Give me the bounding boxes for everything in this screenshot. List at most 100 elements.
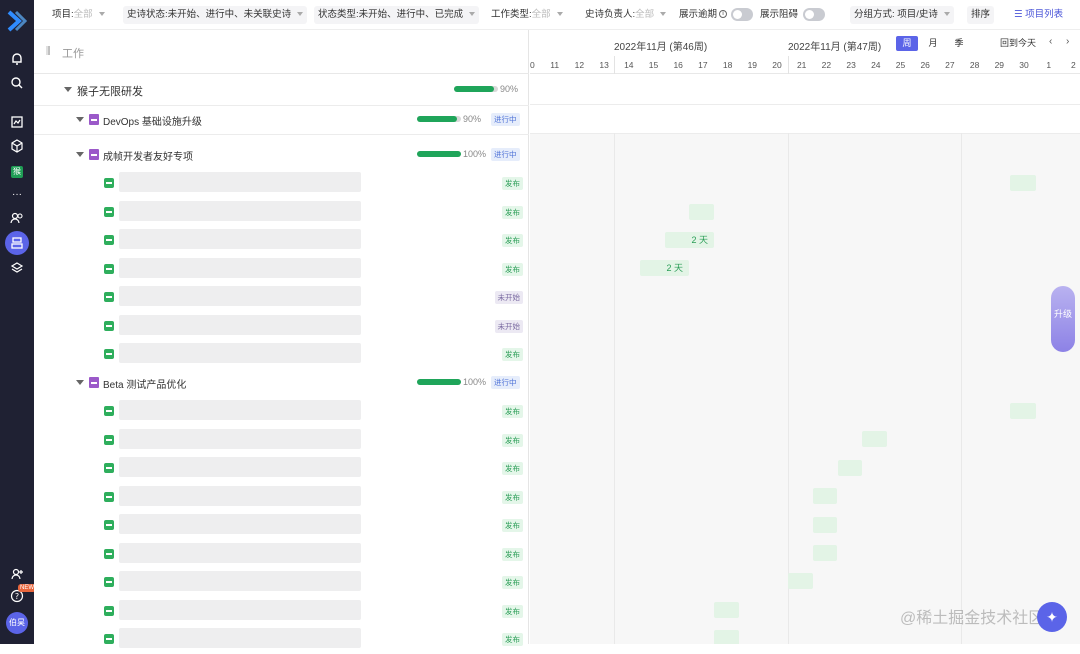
day-label: 22 — [821, 60, 832, 70]
collapse-icon[interactable] — [76, 117, 84, 122]
project-list-button[interactable]: ☰ 项目列表 — [1010, 6, 1067, 24]
gantt-bar[interactable] — [862, 431, 887, 447]
story-row[interactable]: 发布 — [34, 199, 529, 227]
status-type-label: 状态类型: — [318, 9, 359, 20]
collapse-icon[interactable] — [76, 380, 84, 385]
filter-bar: 项目:全部 史诗状态:未开始、进行中、未关联史诗 状态类型:未开始、进行中、已完… — [34, 0, 1080, 30]
story-row[interactable]: 发布 — [34, 170, 529, 198]
status-badge: 进行中 — [491, 148, 520, 161]
status-badge: 发布 — [502, 604, 523, 618]
chevron-down-icon — [556, 12, 563, 17]
epic-row[interactable]: Beta 测试产品优化 100% 进行中 — [34, 369, 529, 397]
chevron-right-icon[interactable]: › — [1066, 36, 1069, 47]
show-blockers-toggle[interactable] — [803, 8, 825, 21]
epic-row[interactable]: DevOps 基础设施升级 90% 进行中 — [34, 106, 529, 135]
story-row[interactable]: 发布 — [34, 455, 529, 483]
story-row[interactable]: 发布 — [34, 569, 529, 597]
status-badge: 发布 — [502, 462, 523, 475]
avatar[interactable]: 伯昊 — [6, 612, 28, 634]
gantt-bar[interactable] — [1010, 403, 1036, 419]
gantt-bar[interactable] — [714, 602, 739, 618]
story-icon — [104, 634, 114, 644]
story-row[interactable]: 发布 — [34, 227, 529, 255]
week-47-label: 2022年11月 (第47周) — [788, 42, 882, 53]
story-row[interactable]: 发布 — [34, 598, 529, 626]
gantt-bar[interactable] — [689, 204, 714, 220]
story-title-placeholder — [119, 286, 361, 306]
view-week-button[interactable]: 周 — [896, 36, 918, 51]
upgrade-button[interactable]: 升级 — [1051, 286, 1075, 352]
gantt-bar[interactable]: 2 天 — [640, 260, 689, 276]
group-by-value: 项目/史诗 — [897, 9, 938, 20]
view-month-button[interactable]: 月 — [926, 36, 940, 51]
epic-title: 成帧开发者友好专项 — [103, 152, 193, 163]
project-filter-value: 全部 — [73, 9, 93, 20]
status-type-filter[interactable]: 状态类型:未开始、进行中、已完成 — [314, 6, 480, 24]
story-icon — [104, 548, 114, 559]
assistant-fab-icon[interactable]: ✦ — [1037, 602, 1067, 632]
story-title-placeholder — [119, 200, 361, 221]
work-type-label: 工作类型: — [491, 9, 532, 20]
workspace-badge-icon[interactable]: 猴 — [11, 166, 23, 178]
gantt-bar[interactable]: 2 天 — [665, 232, 714, 248]
project-row[interactable]: 猴子无限研发 90% — [34, 76, 529, 106]
gantt-week-divider — [961, 133, 962, 644]
info-icon[interactable]: i — [719, 10, 728, 19]
story-row[interactable]: 发布 — [34, 484, 529, 512]
story-row[interactable]: 发布 — [34, 541, 529, 569]
story-row[interactable]: 发布 — [34, 341, 529, 369]
work-panel-title: 工作 — [62, 48, 84, 60]
gantt-bar[interactable] — [813, 517, 837, 533]
story-title-placeholder — [119, 172, 361, 192]
week-divider — [788, 56, 789, 74]
epic-title: Beta 测试产品优化 — [103, 380, 187, 391]
story-row[interactable]: 发布 — [34, 427, 529, 455]
bell-icon[interactable] — [8, 50, 26, 68]
columns-icon[interactable]: ⫼ — [46, 46, 51, 57]
project-filter[interactable]: 项目:全部 — [48, 6, 109, 24]
gantt-bar[interactable] — [1010, 175, 1036, 191]
status-badge: 未开始 — [494, 319, 523, 333]
gantt-bar[interactable] — [788, 573, 813, 589]
project-icon[interactable] — [5, 231, 29, 255]
epic-owner-filter[interactable]: 史诗负责人:全部 — [581, 6, 670, 24]
story-title-placeholder — [119, 343, 361, 363]
day-label: 13 — [599, 60, 609, 70]
story-row[interactable]: 未开始 — [34, 313, 529, 341]
story-icon — [104, 235, 114, 245]
story-row[interactable]: 未开始 — [34, 284, 529, 312]
search-icon[interactable] — [8, 74, 26, 92]
sort-button[interactable]: 排序 — [967, 6, 995, 24]
epic-row[interactable]: 成帧开发者友好专项 100% 进行中 — [34, 141, 529, 169]
group-by-select[interactable]: 分组方式: 项目/史诗 — [850, 6, 954, 24]
layers-icon[interactable] — [8, 259, 26, 277]
story-row[interactable]: 发布 — [34, 626, 529, 654]
collapse-icon[interactable] — [64, 87, 72, 92]
epic-status-filter[interactable]: 史诗状态:未开始、进行中、未关联史诗 — [123, 6, 308, 24]
collapse-icon[interactable] — [76, 152, 84, 157]
members-icon[interactable] — [8, 209, 26, 227]
story-title-placeholder — [119, 542, 361, 563]
story-row[interactable]: 发布 — [34, 398, 529, 426]
day-label: 18 — [722, 60, 733, 70]
gantt-bar[interactable] — [813, 545, 837, 561]
back-to-today-button[interactable]: 回到今天 — [1000, 36, 1036, 49]
view-quarter-button[interactable]: 季 — [952, 36, 966, 51]
app-logo-icon[interactable] — [7, 10, 27, 32]
show-overdue-toggle[interactable] — [731, 8, 753, 21]
gantt-bar[interactable] — [813, 488, 837, 504]
chevron-left-icon[interactable]: ‹ — [1049, 36, 1052, 47]
work-type-filter[interactable]: 工作类型:全部 — [487, 6, 567, 24]
gantt-bar[interactable] — [838, 460, 862, 476]
list-icon: ☰ — [1014, 9, 1026, 20]
more-icon[interactable]: ··· — [8, 185, 26, 203]
gantt-bar[interactable] — [714, 630, 739, 644]
dashboard-icon[interactable] — [8, 113, 26, 131]
day-label: 12 — [574, 60, 585, 70]
add-user-icon[interactable] — [8, 565, 26, 583]
chevron-down-icon — [98, 12, 105, 17]
cube-icon[interactable] — [8, 137, 26, 155]
story-row[interactable]: 发布 — [34, 512, 529, 540]
status-badge: 发布 — [502, 633, 523, 646]
story-row[interactable]: 发布 — [34, 256, 529, 284]
